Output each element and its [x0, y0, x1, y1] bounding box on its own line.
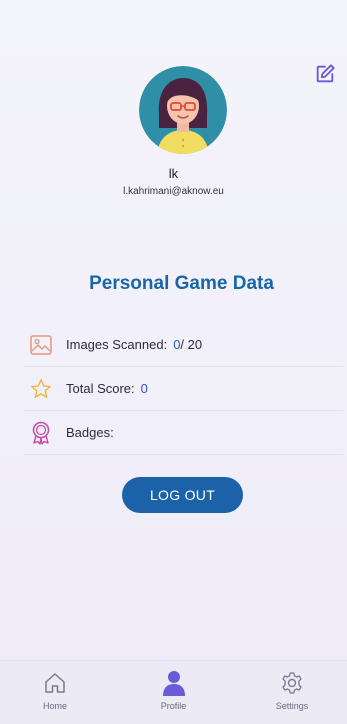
gear-icon [280, 669, 304, 697]
stats-list: Images Scanned: 0 / 20 Total Score: 0 Ba… [24, 323, 343, 455]
user-name: lk [168, 166, 179, 181]
nav-label-settings: Settings [275, 701, 309, 711]
image-icon [29, 333, 53, 357]
total-score-value: 0 [140, 381, 148, 396]
logout-button[interactable]: LOG OUT [122, 477, 243, 513]
edit-square-icon [314, 63, 336, 90]
total-score-row: Total Score: 0 [24, 367, 343, 411]
home-icon [43, 669, 67, 697]
person-icon [162, 669, 186, 697]
images-scanned-row: Images Scanned: 0 / 20 [24, 323, 343, 367]
total-score-label: Total Score: [66, 381, 135, 396]
images-scanned-value: 0 [173, 337, 181, 352]
badge-icon [29, 421, 53, 445]
edit-profile-button[interactable] [313, 63, 337, 90]
images-scanned-label: Images Scanned: [66, 337, 168, 352]
nav-label-profile: Profile [160, 701, 187, 711]
nav-item-settings[interactable]: Settings [257, 669, 327, 724]
nav-item-profile[interactable]: Profile [139, 669, 209, 724]
nav-label-home: Home [42, 701, 67, 711]
star-icon [29, 377, 53, 401]
page-title: Personal Game Data [89, 273, 274, 294]
badges-row: Badges: [24, 411, 343, 455]
images-scanned-total: / 20 [180, 337, 203, 352]
bottom-nav: Home Profile Settings [0, 660, 347, 724]
avatar [139, 66, 227, 154]
user-email: l.kahrimani@aknow.eu [123, 186, 224, 197]
badges-label: Badges: [66, 425, 114, 440]
nav-item-home[interactable]: Home [20, 669, 90, 724]
